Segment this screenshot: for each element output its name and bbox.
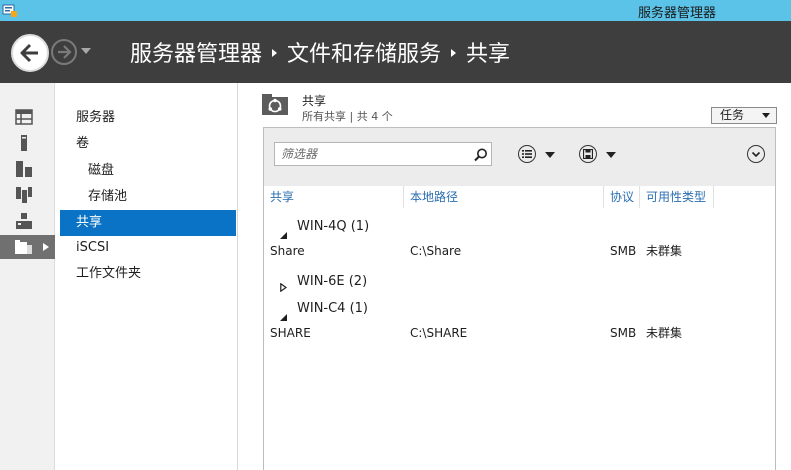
tasks-button[interactable]: 任务: [711, 107, 777, 124]
save-icon: [583, 149, 593, 159]
back-arrow-icon: [20, 43, 38, 63]
tasks-label: 任务: [720, 108, 745, 122]
breadcrumb-server-manager[interactable]: 服务器管理器: [130, 36, 262, 68]
group-row[interactable]: WIN-6E (2): [264, 270, 775, 294]
cell-local-path: C:\SHARE: [410, 326, 468, 340]
icon-rail: [0, 83, 55, 470]
tile-title: 共享: [302, 94, 327, 108]
back-button[interactable]: [11, 34, 49, 72]
column-headers: 共享 本地路径 协议 可用性类型: [264, 186, 775, 208]
shares-folder-icon: [262, 93, 290, 121]
nav-item-work-folders[interactable]: 工作文件夹: [60, 261, 236, 287]
dashboard-icon: [15, 109, 33, 125]
history-dropdown-icon[interactable]: [81, 48, 91, 54]
nav-item-shares[interactable]: 共享: [60, 210, 236, 236]
breadcrumb-separator-icon: [272, 49, 278, 57]
chevron-down-icon: [762, 113, 770, 118]
server-manager-app-icon: [2, 2, 18, 18]
cell-local-path: C:\Share: [410, 244, 462, 258]
rail-item-file-storage[interactable]: [0, 235, 55, 259]
nav-item-servers[interactable]: 服务器: [60, 105, 236, 131]
cell-availability: 未群集: [646, 326, 683, 340]
file-storage-nav-panel: 服务器 卷 磁盘 存储池 共享 iSCSI 工作文件夹: [55, 83, 238, 470]
column-header-availability[interactable]: 可用性类型: [640, 186, 714, 208]
nav-item-volumes[interactable]: 卷: [60, 131, 236, 157]
column-header-local-path[interactable]: 本地路径: [404, 186, 604, 208]
chevron-down-icon: [751, 151, 761, 158]
breadcrumb-file-storage-services[interactable]: 文件和存储服务: [287, 36, 441, 68]
column-header-protocol[interactable]: 协议: [604, 186, 640, 208]
search-icon[interactable]: [474, 147, 488, 166]
window-title: 服务器管理器: [638, 6, 717, 21]
cell-share: Share: [270, 244, 305, 258]
breadcrumb-separator-icon: [451, 49, 457, 57]
list-view-button[interactable]: [518, 145, 536, 163]
column-header-share[interactable]: 共享: [264, 186, 404, 208]
save-query-dropdown-icon[interactable]: [606, 152, 616, 158]
breadcrumb: 服务器管理器 文件和存储服务 共享: [130, 37, 510, 67]
group-label: WIN-C4 (1): [297, 301, 368, 316]
all-servers-icon: [16, 161, 32, 177]
nav-item-iscsi[interactable]: iSCSI: [60, 235, 236, 261]
cell-share: SHARE: [270, 326, 311, 340]
nav-item-storage-pools[interactable]: 存储池: [60, 184, 236, 210]
rail-item-server-role[interactable]: [0, 209, 55, 233]
main-content: 共享 所有共享 | 共 4 个 任务 筛选器 共享 本地路径 协议 可用性类型 …: [239, 83, 791, 470]
nav-item-disks[interactable]: 磁盘: [60, 158, 236, 184]
group-row[interactable]: WIN-4Q (1): [264, 215, 775, 239]
local-server-icon: [21, 135, 27, 151]
group-label: WIN-6E (2): [297, 274, 368, 289]
group-row[interactable]: WIN-C4 (1): [264, 297, 775, 321]
forward-arrow-icon: [58, 45, 72, 59]
forward-button[interactable]: [51, 39, 77, 65]
cell-protocol: SMB: [610, 326, 637, 340]
cell-protocol: SMB: [610, 244, 637, 258]
table-row[interactable]: Share C:\Share SMB 未群集: [264, 239, 775, 263]
save-query-button[interactable]: [579, 145, 597, 163]
rail-item-server-group[interactable]: [0, 183, 55, 207]
tile-subtitle: 所有共享 | 共 4 个: [302, 110, 393, 123]
breadcrumb-shares: 共享: [466, 42, 511, 67]
rail-item-local-server[interactable]: [0, 131, 55, 155]
shares-tile: 共享 本地路径 协议 可用性类型 WIN-4Q (1) Share C:\Sha…: [263, 127, 776, 470]
rail-item-dashboard[interactable]: [0, 105, 55, 129]
filter-input[interactable]: [274, 142, 492, 166]
server-role-icon: [16, 213, 32, 229]
title-bar: 服务器管理器: [0, 0, 791, 21]
cell-availability: 未群集: [646, 244, 683, 258]
server-group-icon: [16, 187, 32, 203]
expand-arrow-icon: [43, 243, 49, 251]
filter-bar: [264, 128, 775, 186]
list-icon: [522, 150, 532, 158]
group-label: WIN-4Q (1): [297, 219, 370, 234]
file-storage-icon: [15, 240, 32, 254]
header-bar: 服务器管理器 文件和存储服务 共享: [0, 21, 791, 83]
rail-item-all-servers[interactable]: [0, 157, 55, 181]
list-view-dropdown-icon[interactable]: [545, 152, 555, 158]
table-row[interactable]: SHARE C:\SHARE SMB 未群集: [264, 321, 775, 345]
server-manager-window: 服务器管理器 服务器管理器 文件和存储服务 共享 服务器 卷 磁盘 存储池 共享…: [0, 0, 791, 470]
expand-filter-button[interactable]: [747, 145, 765, 163]
